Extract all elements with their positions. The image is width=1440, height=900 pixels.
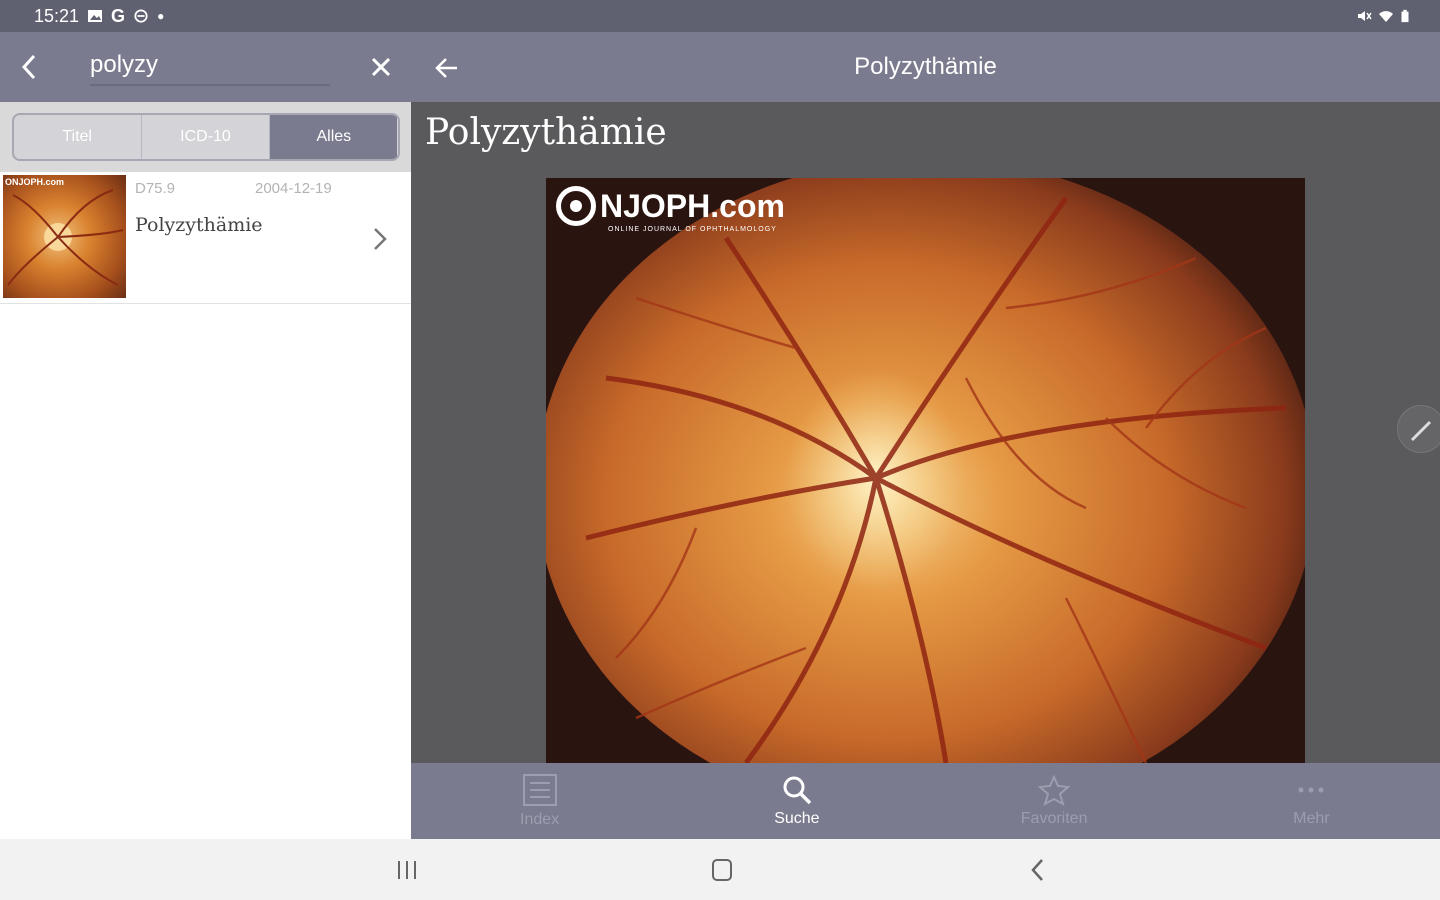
search-pane: Titel ICD-10 Alles ONJOPH.com D75.9 2004…	[0, 32, 411, 839]
google-icon: G	[111, 5, 126, 26]
fundus-image[interactable]: NJOPH.com ONLINE JOURNAL OF OPHTHALMOLOG…	[546, 178, 1305, 763]
page-title: Polyzythämie	[854, 53, 997, 80]
tab-favorites[interactable]: Favoriten	[926, 763, 1183, 839]
bottom-tab-bar: Index Suche Favoriten Mehr	[411, 763, 1440, 839]
close-icon[interactable]	[368, 54, 394, 80]
dot-icon: ●	[157, 9, 165, 23]
tab-label: Index	[520, 811, 560, 828]
filter-segmented-control: Titel ICD-10 Alles	[11, 113, 400, 161]
image-icon	[88, 10, 103, 22]
logo-ring-icon	[556, 186, 596, 226]
result-title: Polyzythämie	[135, 214, 263, 236]
battery-icon	[1401, 9, 1409, 23]
filter-tab-all[interactable]: Alles	[270, 115, 398, 159]
list-icon	[522, 774, 557, 806]
tab-label: Suche	[774, 810, 820, 827]
result-thumbnail: ONJOPH.com	[3, 175, 126, 298]
filter-tab-icd10[interactable]: ICD-10	[142, 115, 271, 159]
minus-circle-icon	[134, 9, 148, 23]
tab-search[interactable]: Suche	[668, 763, 925, 839]
chevron-right-icon	[374, 228, 387, 250]
detail-pane: Polyzythämie Polyzythämie NJOPH.com ONLI…	[411, 32, 1440, 839]
recent-apps-icon[interactable]	[392, 857, 422, 883]
more-icon	[1298, 787, 1324, 793]
detail-header: Polyzythämie	[411, 32, 1440, 102]
thumbnail-watermark: ONJOPH.com	[5, 177, 65, 187]
wifi-icon	[1379, 11, 1393, 22]
tab-more[interactable]: Mehr	[1183, 763, 1440, 839]
search-header	[0, 32, 411, 102]
search-icon	[783, 776, 812, 805]
fundus-photo	[546, 178, 1305, 763]
star-icon	[1038, 774, 1071, 806]
search-input[interactable]	[90, 46, 330, 86]
system-navigation-bar	[0, 839, 1440, 900]
tab-label: Favoriten	[1020, 810, 1088, 827]
fundus-thumbnail-image	[7, 189, 124, 286]
mute-icon	[1358, 11, 1372, 21]
image-watermark-logo: NJOPH.com	[556, 186, 785, 226]
filter-bar: Titel ICD-10 Alles	[0, 102, 411, 172]
result-code: D75.9	[135, 180, 176, 197]
result-date: 2004-12-19	[255, 180, 332, 197]
back-chevron-icon[interactable]	[16, 52, 42, 82]
image-watermark-subtitle: ONLINE JOURNAL OF OPHTHALMOLOGY	[608, 226, 777, 233]
tab-index[interactable]: Index	[411, 763, 668, 839]
pencil-icon	[1410, 420, 1432, 442]
edit-button[interactable]	[1397, 405, 1440, 453]
status-bar: 15:21 G ●	[0, 0, 1440, 32]
tab-label: Mehr	[1293, 810, 1330, 827]
status-time: 15:21	[34, 5, 80, 26]
home-icon[interactable]	[707, 857, 737, 883]
back-icon[interactable]	[1024, 857, 1054, 883]
filter-tab-title[interactable]: Titel	[14, 115, 142, 159]
article-title: Polyzythämie	[425, 112, 667, 153]
list-item[interactable]: ONJOPH.com D75.9 2004-12-19 Polyzythämie	[0, 172, 411, 304]
